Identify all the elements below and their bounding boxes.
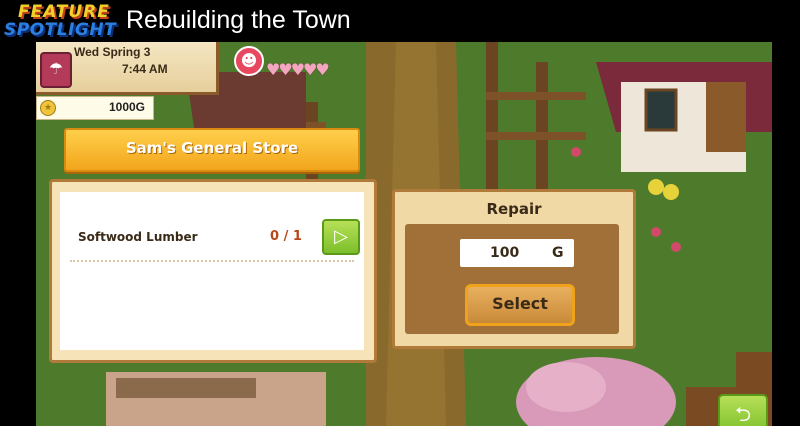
repair-title: Repair — [486, 200, 542, 218]
umbrella-icon: ☂ — [40, 52, 72, 88]
select-button[interactable]: Select — [465, 284, 575, 326]
row-divider — [70, 260, 354, 262]
gold-amount: 1000G — [108, 100, 145, 114]
happy-face-icon: ☻ — [234, 46, 264, 76]
video-header: FEATURE SPOTLIGHT Rebuilding the Town — [0, 0, 800, 42]
hearts-meter: ♥♥♥♥♥ — [266, 60, 330, 79]
store-name-banner: Sam's General Store — [64, 128, 360, 172]
back-arrow-icon[interactable]: ⮌ — [718, 394, 768, 426]
select-button-label: Select — [492, 294, 548, 313]
repair-price-box: 100 G — [460, 239, 574, 267]
item-name: Softwood Lumber — [78, 230, 198, 244]
date-time-panel: ☂ Wed Spring 3 7:44 AM — [36, 42, 219, 95]
game-scene: ☂ Wed Spring 3 7:44 AM ☻ ♥♥♥♥♥ ★ 1000G S… — [36, 42, 772, 426]
time-label: 7:44 AM — [122, 62, 168, 76]
repair-panel: Repair 100 G Select — [392, 189, 636, 349]
logo-line2: SPOTLIGHT — [4, 20, 117, 40]
materials-list-panel: Softwood Lumber 0 / 1 ▷ — [49, 179, 377, 363]
list-item[interactable]: Softwood Lumber 0 / 1 ▷ — [60, 210, 364, 262]
item-count: 0 / 1 — [270, 229, 302, 244]
repair-body: 100 G Select — [405, 224, 619, 334]
repair-price-unit: G — [552, 245, 564, 261]
gold-panel: ★ 1000G — [36, 96, 154, 120]
video-title: Rebuilding the Town — [126, 6, 351, 34]
materials-list: Softwood Lumber 0 / 1 ▷ — [60, 192, 364, 350]
play-arrow-icon[interactable]: ▷ — [322, 219, 360, 255]
logo-line1: FEATURE — [18, 2, 110, 22]
coin-icon: ★ — [40, 100, 56, 116]
feature-spotlight-logo: FEATURE SPOTLIGHT — [4, 2, 122, 42]
date-label: Wed Spring 3 — [74, 45, 151, 59]
repair-price: 100 — [490, 245, 520, 261]
store-name: Sam's General Store — [125, 139, 299, 157]
